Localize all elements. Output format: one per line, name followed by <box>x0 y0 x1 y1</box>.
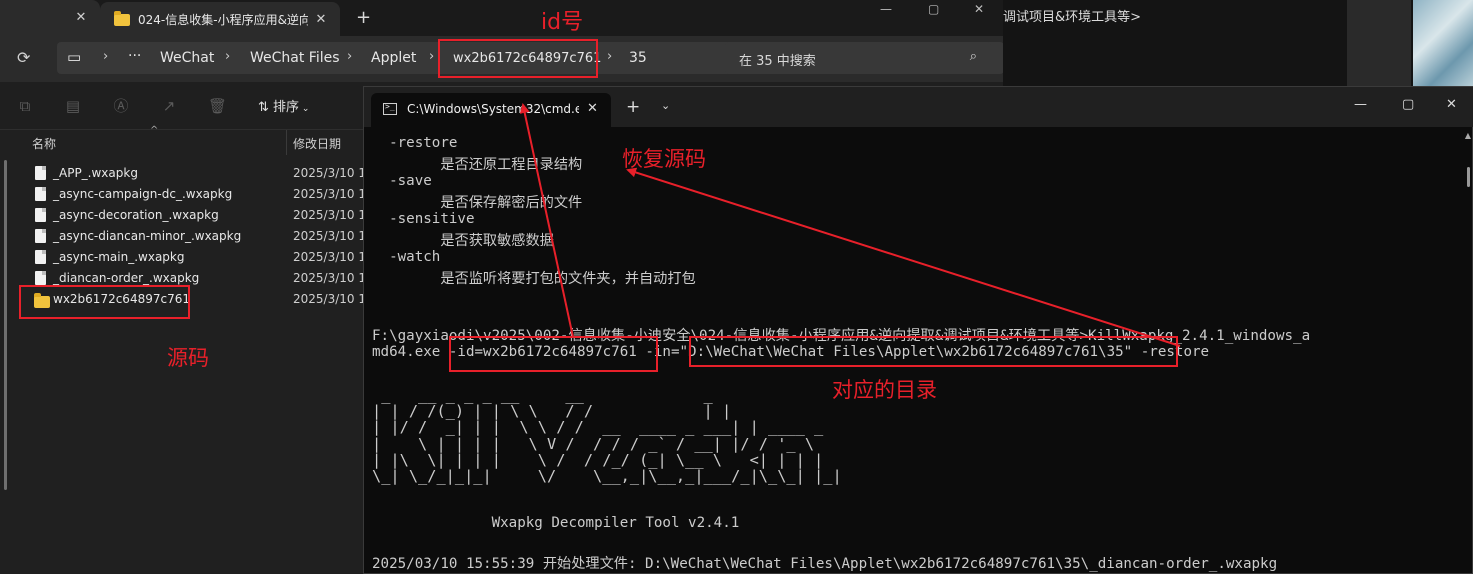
new-tab-button[interactable]: + <box>356 7 371 28</box>
annotation-label-source: 源码 <box>167 346 209 370</box>
terminal-tab-title: C:\Windows\System32\cmd.e <box>407 102 579 116</box>
tool-version-line: Wxapkg Decompiler Tool v2.4.1 <box>372 515 740 531</box>
file-row[interactable]: _async-main_.wxapkg 2025/3/10 1 <box>31 247 371 268</box>
file-icon <box>35 208 46 222</box>
terminal-line: -sensitive <box>372 211 475 227</box>
log-line: 2025/03/10 15:55:39 开始处理文件: D:\WeChat\We… <box>372 556 1278 572</box>
annotation-box-dir-arg <box>689 336 1178 367</box>
terminal-line: 是否还原工程目录结构 <box>372 157 583 173</box>
column-header-modified[interactable]: 修改日期 <box>293 135 341 152</box>
annotation-label-id: id号 <box>541 10 584 35</box>
new-tab-button[interactable]: + <box>626 97 640 117</box>
background-artwork <box>1413 0 1473 86</box>
close-icon[interactable]: ✕ <box>72 9 90 27</box>
file-date: 2025/3/10 1 <box>293 187 366 201</box>
close-icon[interactable]: ✕ <box>587 101 598 116</box>
file-row[interactable]: _async-decoration_.wxapkg 2025/3/10 1 <box>31 205 371 226</box>
explorer-tab-active[interactable]: 024-信息收集-小程序应用&逆向 ✕ <box>100 2 340 36</box>
sort-label: 排序 <box>273 100 300 115</box>
computer-icon[interactable]: ▭ <box>67 48 81 66</box>
file-name: _async-campaign-dc_.wxapkg <box>53 187 233 201</box>
cmd-icon <box>383 102 397 115</box>
terminal-line: 是否监听将要打包的文件夹，并自动打包 <box>372 271 696 287</box>
cmd-terminal-window: C:\Windows\System32\cmd.e ✕ + ⌄ — ▢ ✕ ▲ … <box>363 86 1473 574</box>
cut-icon[interactable]: ⧉ <box>16 97 34 115</box>
chevron-down-icon: ⌄ <box>299 104 310 114</box>
terminal-line: 是否保存解密后的文件 <box>372 195 583 211</box>
terminal-line: -save <box>372 173 432 189</box>
file-date: 2025/3/10 1 <box>293 250 366 264</box>
scrollbar[interactable] <box>4 160 7 490</box>
minimize-button[interactable]: — <box>880 2 892 16</box>
chevron-right-icon[interactable]: › <box>225 49 230 64</box>
terminal-line: -restore <box>372 135 458 151</box>
ascii-banner: _ __ _ _ _ __ __ _ | | / /(_) | | \ \ / … <box>372 386 842 486</box>
search-icon: ⌕ <box>969 49 977 64</box>
breadcrumb-wechat[interactable]: WeChat <box>160 50 214 66</box>
chevron-right-icon[interactable]: › <box>347 49 352 64</box>
annotation-box-source <box>19 285 190 319</box>
file-icon <box>35 271 46 285</box>
file-date: 2025/3/10 1 <box>293 229 366 243</box>
terminal-tab-bar: C:\Windows\System32\cmd.e ✕ + ⌄ — ▢ ✕ <box>364 87 1473 127</box>
file-name: _async-main_.wxapkg <box>53 250 185 264</box>
explorer-tab-previous[interactable]: ✕ <box>0 0 100 36</box>
delete-icon[interactable]: 🗑 <box>208 97 227 115</box>
file-icon <box>35 229 46 243</box>
file-name: _APP_.wxapkg <box>53 166 138 180</box>
column-divider[interactable] <box>286 130 287 155</box>
background-panel <box>1347 0 1411 86</box>
explorer-tab-bar: ✕ 024-信息收集-小程序应用&逆向 ✕ + — ▢ ✕ <box>0 0 1003 36</box>
sort-caret-icon: ^ <box>150 125 159 136</box>
terminal-line: -watch <box>372 249 441 265</box>
search-box[interactable]: 在 35 中搜索 ⌕ <box>725 42 991 74</box>
annotation-label-dir: 对应的目录 <box>832 378 937 402</box>
file-date: 2025/3/10 1 <box>293 208 366 222</box>
chevron-right-icon[interactable]: › <box>607 49 612 64</box>
file-row[interactable]: _async-diancan-minor_.wxapkg 2025/3/10 1 <box>31 226 371 247</box>
breadcrumb-wechat-files[interactable]: WeChat Files <box>250 50 340 66</box>
breadcrumb-version[interactable]: 35 <box>629 50 647 66</box>
annotation-box-id-arg <box>449 336 658 372</box>
scroll-up-icon[interactable]: ▲ <box>1465 131 1471 140</box>
close-window-button[interactable]: ✕ <box>1446 97 1457 112</box>
terminal-line: 是否获取敏感数据 <box>372 233 554 249</box>
file-date: 2025/3/10 1 <box>293 166 366 180</box>
annotation-box-id <box>438 39 598 78</box>
refresh-icon[interactable]: ⟳ <box>17 48 30 67</box>
explorer-tab-title: 024-信息收集-小程序应用&逆向 <box>138 13 308 27</box>
file-icon <box>35 250 46 264</box>
breadcrumb-applet[interactable]: Applet <box>371 50 416 66</box>
minimize-button[interactable]: — <box>1354 97 1367 112</box>
file-date: 2025/3/10 1 <box>293 292 366 306</box>
close-icon[interactable]: ✕ <box>312 11 330 29</box>
rename-icon[interactable]: Ⓐ <box>112 97 130 115</box>
search-placeholder: 在 35 中搜索 <box>739 54 816 69</box>
maximize-button[interactable]: ▢ <box>1402 97 1414 112</box>
terminal-tab[interactable]: C:\Windows\System32\cmd.e ✕ <box>371 93 611 127</box>
maximize-button[interactable]: ▢ <box>928 2 939 16</box>
annotation-label-restore: 恢复源码 <box>622 147 706 171</box>
column-header-name[interactable]: 名称 <box>32 135 56 152</box>
close-window-button[interactable]: ✕ <box>974 2 984 16</box>
folder-icon <box>114 11 130 26</box>
more-crumbs-button[interactable]: ··· <box>128 48 141 64</box>
file-date: 2025/3/10 1 <box>293 271 366 285</box>
file-icon <box>35 166 46 180</box>
file-row[interactable]: _APP_.wxapkg 2025/3/10 1 <box>31 163 371 184</box>
file-name: _async-decoration_.wxapkg <box>53 208 219 222</box>
chevron-right-icon[interactable]: › <box>429 49 434 64</box>
terminal-scrollbar[interactable] <box>1467 167 1470 187</box>
sort-icon: ⇅ <box>258 100 274 115</box>
chevron-down-icon[interactable]: ⌄ <box>661 99 670 112</box>
file-icon <box>35 187 46 201</box>
sort-button[interactable]: ⇅ 排序 ⌄ <box>258 96 309 115</box>
paste-icon[interactable]: ▤ <box>64 97 82 115</box>
file-name: _async-diancan-minor_.wxapkg <box>53 229 242 243</box>
background-text: 调试项目&环境工具等> <box>1003 10 1142 25</box>
file-name: _diancan-order_.wxapkg <box>53 271 200 285</box>
chevron-right-icon[interactable]: › <box>103 49 108 64</box>
file-row[interactable]: _async-campaign-dc_.wxapkg 2025/3/10 1 <box>31 184 371 205</box>
share-icon[interactable]: ↗ <box>160 97 178 115</box>
